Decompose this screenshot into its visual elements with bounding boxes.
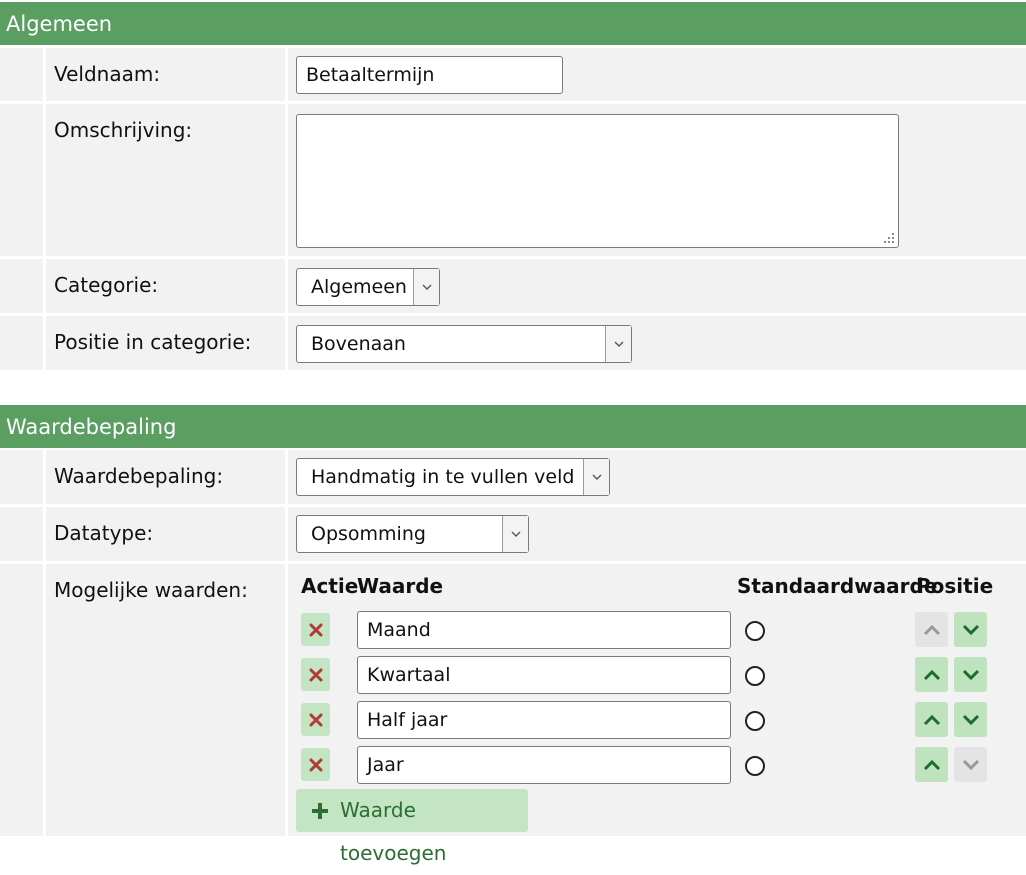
move-up-button[interactable]	[915, 702, 948, 737]
row-possible-values: Mogelijke waarden: Actie Waarde Standaar…	[0, 564, 1026, 865]
column-header-position: Positie	[916, 574, 994, 598]
row-gutter	[0, 316, 43, 370]
value-determination-cell: Handmatig in te vullen veld	[288, 450, 1026, 504]
chevron-up-icon	[923, 714, 940, 725]
row-gutter	[0, 507, 43, 561]
row-gutter	[0, 259, 43, 313]
chevron-up-icon	[923, 669, 940, 680]
description-textarea[interactable]	[296, 114, 899, 248]
move-up-button	[915, 612, 948, 647]
move-down-button[interactable]	[954, 612, 987, 647]
delete-value-button[interactable]	[301, 748, 330, 781]
position-in-category-select[interactable]: Bovenaan	[296, 325, 632, 363]
chevron-down-icon[interactable]	[413, 269, 439, 305]
delete-value-button[interactable]	[301, 613, 330, 646]
description-cell	[288, 104, 1026, 256]
chevron-down-icon	[962, 624, 979, 635]
position-in-category-label: Positie in categorie:	[46, 316, 285, 370]
category-selected-value: Algemeen	[311, 276, 407, 298]
datatype-label: Datatype:	[46, 507, 285, 561]
row-gutter	[0, 564, 43, 836]
row-field-name: Veldnaam: Betaaltermijn	[0, 48, 1026, 101]
plus-icon	[312, 803, 328, 819]
chevron-down-icon	[962, 714, 979, 725]
row-position-in-category: Positie in categorie: Bovenaan	[0, 316, 1026, 370]
chevron-down-icon[interactable]	[583, 459, 609, 495]
delete-value-button[interactable]	[301, 703, 330, 736]
move-down-button	[954, 747, 987, 782]
move-up-button[interactable]	[915, 747, 948, 782]
value-input[interactable]: Half jaar	[357, 701, 731, 739]
category-select[interactable]: Algemeen	[296, 268, 440, 306]
row-value-determination: Waardebepaling: Handmatig in te vullen v…	[0, 450, 1026, 504]
datatype-select[interactable]: Opsomming	[296, 515, 529, 553]
close-icon	[309, 623, 322, 636]
close-icon	[309, 668, 322, 681]
column-header-action: Actie	[301, 574, 359, 598]
position-selected-value: Bovenaan	[311, 333, 406, 355]
datatype-selected: Opsomming	[311, 523, 426, 545]
value-input[interactable]: Kwartaal	[357, 656, 731, 694]
chevron-up-icon	[923, 624, 940, 635]
position-in-category-cell: Bovenaan	[288, 316, 1026, 370]
section-header-general: Algemeen	[0, 2, 1026, 45]
row-description: Omschrijving:	[0, 104, 1026, 256]
add-value-button[interactable]: Waarde toevoegen	[296, 789, 528, 865]
delete-value-button[interactable]	[301, 658, 330, 691]
value-input[interactable]: Jaar	[357, 746, 731, 784]
column-header-default: Standaardwaarde	[737, 574, 938, 598]
column-header-value: Waarde	[357, 574, 444, 598]
row-gutter	[0, 104, 43, 256]
default-value-radio[interactable]	[745, 711, 765, 731]
value-determination-selected: Handmatig in te vullen veld	[311, 466, 575, 488]
close-icon	[309, 713, 322, 726]
default-value-radio[interactable]	[745, 666, 765, 686]
section-header-value: Waardebepaling	[0, 405, 1026, 448]
close-icon	[309, 758, 322, 771]
row-datatype: Datatype: Opsomming	[0, 507, 1026, 561]
possible-values-label: Mogelijke waarden:	[46, 564, 285, 836]
datatype-cell: Opsomming	[288, 507, 1026, 561]
value-determination-select[interactable]: Handmatig in te vullen veld	[296, 458, 610, 496]
move-down-button[interactable]	[954, 702, 987, 737]
category-label: Categorie:	[46, 259, 285, 313]
field-name-input[interactable]: Betaaltermijn	[296, 56, 563, 94]
value-determination-label: Waardebepaling:	[46, 450, 285, 504]
row-gutter	[0, 48, 43, 101]
default-value-radio[interactable]	[745, 621, 765, 641]
description-label: Omschrijving:	[46, 104, 285, 256]
field-name-cell: Betaaltermijn	[288, 48, 1026, 101]
row-gutter	[0, 450, 43, 504]
category-cell: Algemeen	[288, 259, 1026, 313]
value-input[interactable]: Maand	[357, 611, 731, 649]
chevron-up-icon	[923, 759, 940, 770]
chevron-down-icon[interactable]	[605, 326, 631, 362]
chevron-down-icon	[962, 669, 979, 680]
move-up-button[interactable]	[915, 657, 948, 692]
chevron-down-icon[interactable]	[502, 516, 528, 552]
add-value-label: Waarde toevoegen	[340, 798, 447, 865]
row-category: Categorie: Algemeen	[0, 259, 1026, 313]
chevron-down-icon	[962, 759, 979, 770]
field-name-label: Veldnaam:	[46, 48, 285, 101]
default-value-radio[interactable]	[745, 756, 765, 776]
move-down-button[interactable]	[954, 657, 987, 692]
resize-grip-icon[interactable]	[883, 232, 895, 244]
possible-values-cell: Actie Waarde Standaardwaarde Positie Maa…	[288, 564, 1026, 865]
